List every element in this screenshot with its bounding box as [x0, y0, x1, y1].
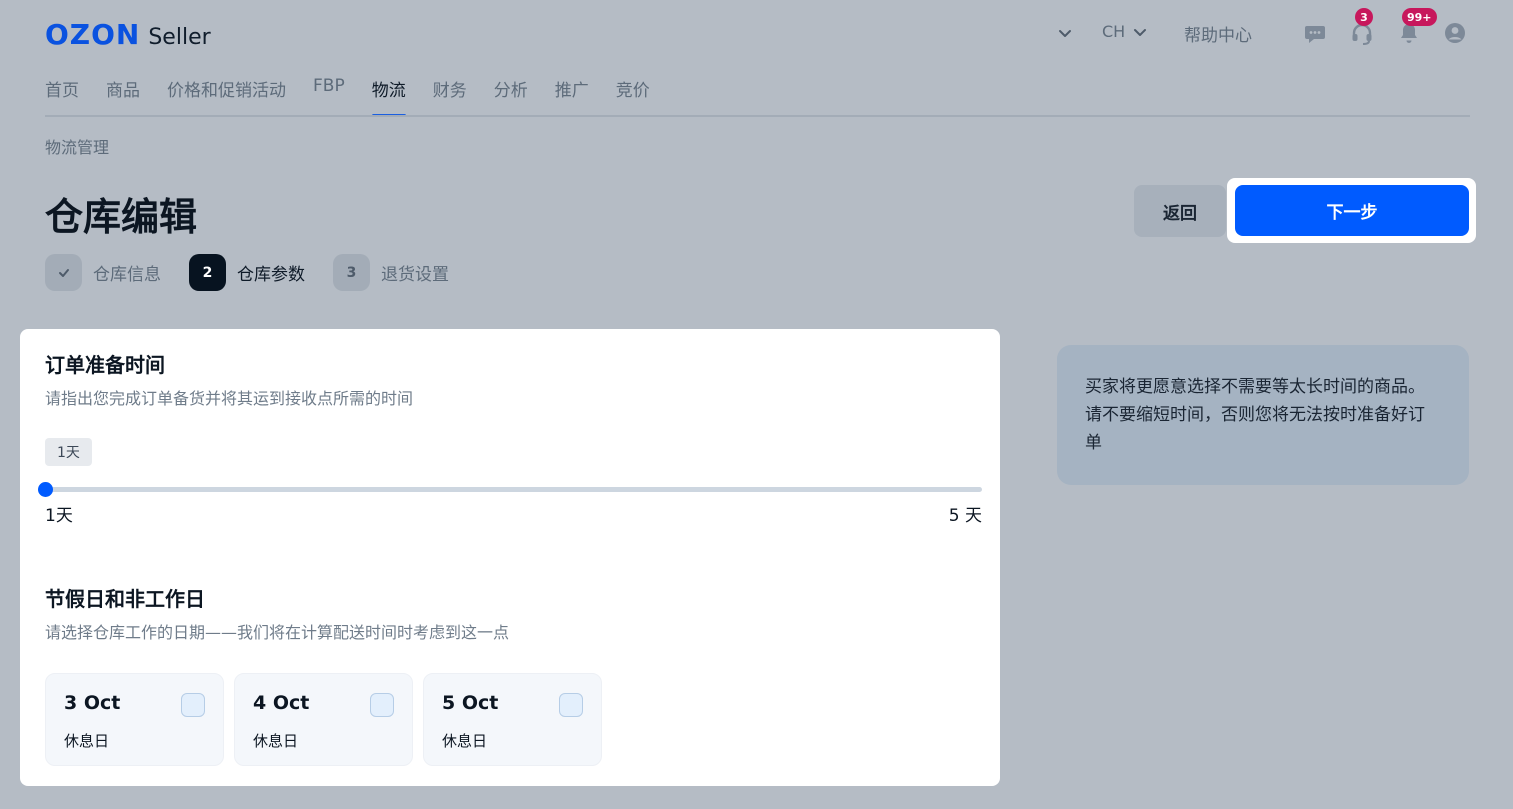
next-button[interactable]: 下一步: [1235, 185, 1469, 236]
tab-logistics[interactable]: 物流: [371, 76, 406, 117]
stepper: 仓库信息 2 仓库参数 3 退货设置: [45, 254, 477, 291]
step-warehouse-params[interactable]: 2 仓库参数: [189, 254, 305, 291]
slider-thumb[interactable]: [38, 482, 53, 497]
day-card[interactable]: 5 Oct 休息日: [423, 673, 602, 766]
day-date: 5 Oct: [442, 692, 499, 714]
breadcrumb[interactable]: 物流管理: [45, 134, 109, 158]
help-center-link[interactable]: 帮助中心: [1184, 21, 1252, 46]
chat-icon[interactable]: [1303, 21, 1327, 45]
day-card[interactable]: 4 Oct 休息日: [234, 673, 413, 766]
logo-suffix: Seller: [148, 25, 211, 50]
step-label: 退货设置: [381, 265, 449, 285]
page: OZON Seller CH 帮助中心 3 99+ 首页 商品 价格和促销活动 …: [0, 0, 1513, 809]
day-list: 3 Oct 休息日 4 Oct 休息日 5 Oct 休息日: [45, 673, 602, 766]
tab-products[interactable]: 商品: [106, 76, 140, 117]
back-button[interactable]: 返回: [1134, 185, 1226, 237]
day-date: 3 Oct: [64, 692, 121, 714]
main-nav: 首页 商品 价格和促销活动 FBP 物流 财务 分析 推广 竞价: [45, 76, 677, 117]
day-status: 休息日: [442, 732, 488, 750]
prep-time-subtitle: 请指出您完成订单备货并将其运到接收点所需的时间: [45, 389, 414, 408]
tab-bidding[interactable]: 竞价: [616, 76, 650, 117]
step-label: 仓库信息: [93, 265, 161, 285]
day-date: 4 Oct: [253, 692, 310, 714]
day-checkbox[interactable]: [559, 693, 583, 717]
step-warehouse-info[interactable]: 仓库信息: [45, 254, 161, 291]
support-badge: 3: [1355, 8, 1373, 26]
language-selector[interactable]: CH: [1102, 22, 1147, 41]
checkmark-icon: [58, 268, 69, 277]
day-card[interactable]: 3 Oct 休息日: [45, 673, 224, 766]
warehouse-params-card: 订单准备时间 请指出您完成订单备货并将其运到接收点所需的时间 1天 1天 5 天…: [20, 329, 1000, 786]
user-avatar-icon[interactable]: [1443, 21, 1467, 45]
slider-value-chip: 1天: [45, 438, 92, 466]
step-done-indicator: [45, 254, 82, 291]
day-checkbox[interactable]: [181, 693, 205, 717]
info-hint-panel: 买家将更愿意选择不需要等太长时间的商品。请不要缩短时间，否则您将无法按时准备好订…: [1057, 345, 1469, 485]
slider-min-label: 1天: [45, 506, 73, 526]
tab-prices-promotions[interactable]: 价格和促销活动: [167, 76, 286, 117]
ozon-seller-logo[interactable]: OZON Seller: [45, 18, 211, 51]
tab-home[interactable]: 首页: [45, 76, 79, 117]
nav-divider: [45, 115, 1470, 117]
day-status: 休息日: [253, 732, 299, 750]
step-number: 2: [189, 254, 226, 291]
page-title: 仓库编辑: [45, 195, 198, 239]
day-status: 休息日: [64, 732, 110, 750]
language-label: CH: [1102, 22, 1126, 41]
next-button-highlight: 下一步: [1227, 178, 1476, 243]
holidays-title: 节假日和非工作日: [45, 587, 205, 611]
logo-brand: OZON: [45, 18, 141, 51]
step-number: 3: [333, 254, 370, 291]
notifications-badge: 99+: [1402, 8, 1437, 26]
tab-analytics[interactable]: 分析: [494, 76, 528, 117]
step-label: 仓库参数: [237, 265, 305, 285]
tab-promotion[interactable]: 推广: [555, 76, 589, 117]
prep-time-slider[interactable]: [38, 482, 982, 497]
chevron-down-icon[interactable]: [1058, 26, 1072, 40]
chevron-down-icon: [1134, 28, 1147, 36]
tab-fbp[interactable]: FBP: [313, 76, 345, 117]
holidays-subtitle: 请选择仓库工作的日期——我们将在计算配送时间时考虑到这一点: [45, 623, 510, 642]
slider-max-label: 5 天: [948, 506, 982, 526]
day-checkbox[interactable]: [370, 693, 394, 717]
tab-finance[interactable]: 财务: [433, 76, 467, 117]
step-return-settings[interactable]: 3 退货设置: [333, 254, 449, 291]
prep-time-title: 订单准备时间: [45, 353, 165, 377]
